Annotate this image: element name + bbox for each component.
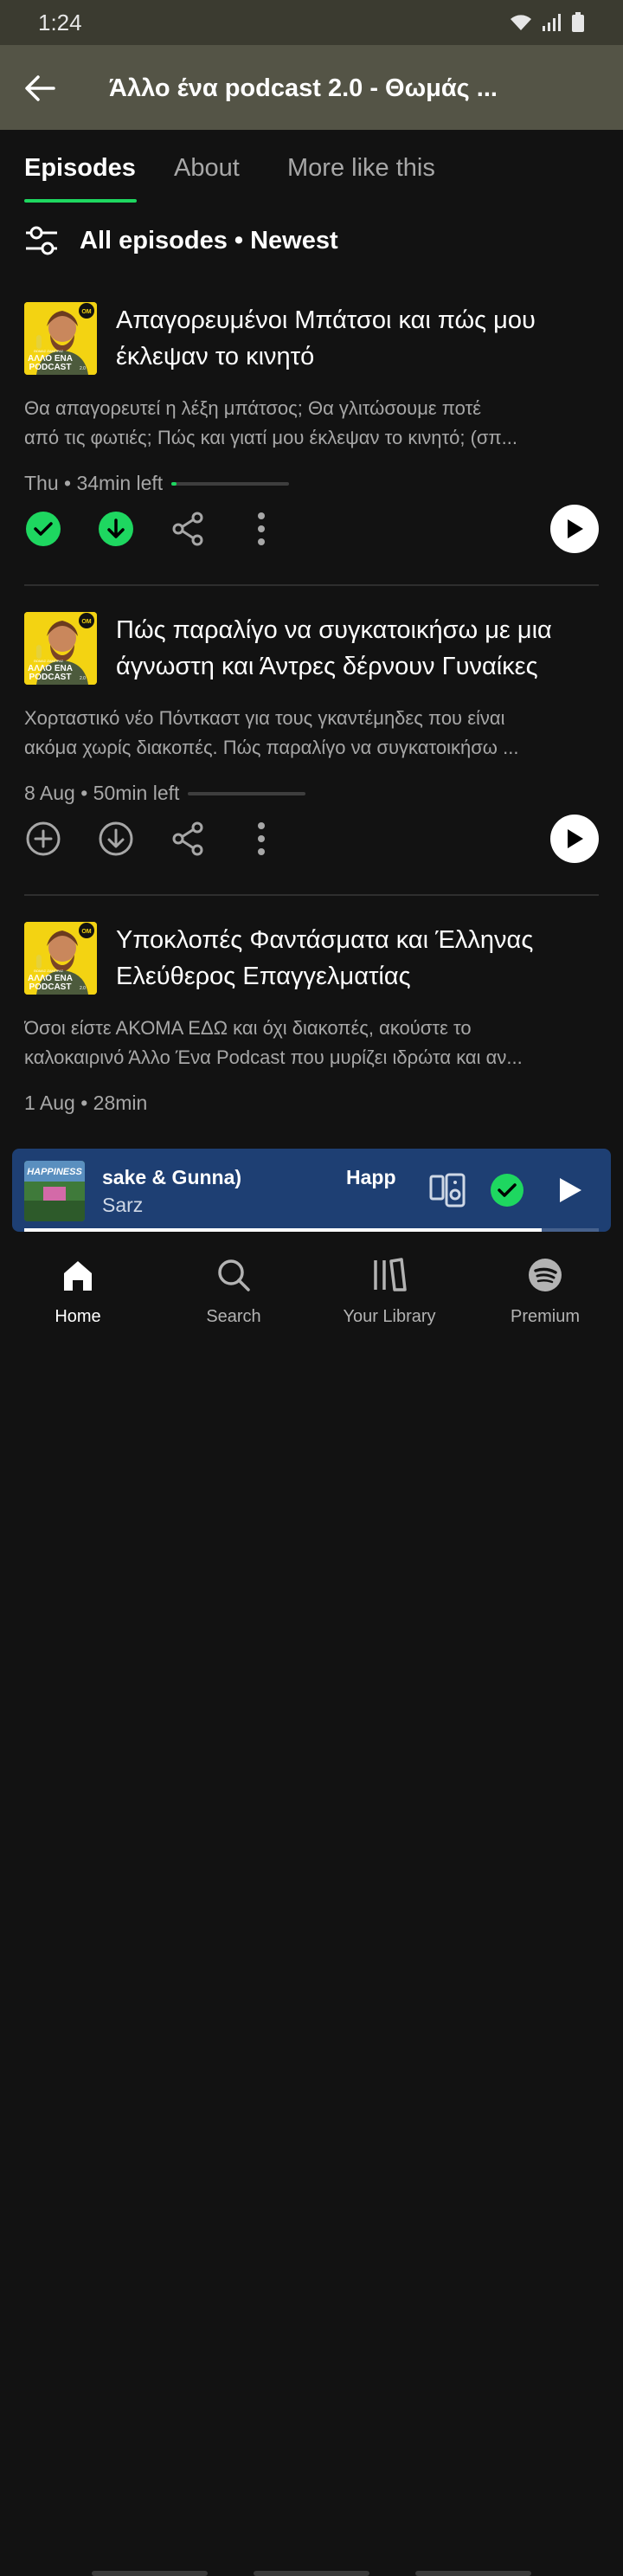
battery-icon bbox=[572, 12, 584, 32]
plus-circle-icon bbox=[26, 821, 61, 856]
episode-description: Χορταστικό νέο Πόντκαστ για τους γκαντέμ… bbox=[24, 707, 519, 758]
episode-thumbnail: OM ΘΩΜΑΣ ΖΑΜΠΡΑΣ ΑΛΛΟ ΕΝΑ PODCAST 2.0 bbox=[24, 612, 97, 685]
back-arrow-icon[interactable] bbox=[24, 73, 55, 104]
episode-actions bbox=[24, 505, 599, 567]
check-circle-icon bbox=[26, 512, 61, 546]
nav-search-label: Search bbox=[206, 1307, 261, 1326]
nav-home[interactable]: Home bbox=[13, 1255, 143, 1327]
divider bbox=[24, 584, 599, 586]
active-tab-indicator bbox=[24, 199, 137, 203]
svg-text:2.0: 2.0 bbox=[80, 986, 86, 991]
nav-library[interactable]: Your Library bbox=[324, 1255, 454, 1327]
nav-search[interactable]: Search bbox=[169, 1255, 299, 1327]
svg-text:HAPPINESS: HAPPINESS bbox=[27, 1167, 82, 1177]
episode-title: Απαγορευμένοι Μπάτσοι και πώς μου έκλεψα… bbox=[116, 306, 536, 370]
episode-description: Όσοι είστε ΑΚΟΜΑ ΕΔΩ και όχι διακοπές, α… bbox=[24, 1017, 523, 1068]
liked-check-icon[interactable] bbox=[490, 1173, 524, 1208]
now-playing-artist: Sarz bbox=[102, 1194, 144, 1216]
svg-text:PODCAST: PODCAST bbox=[29, 363, 72, 372]
spotify-icon bbox=[529, 1259, 562, 1291]
now-playing-title: sake & Gunna) bbox=[102, 1166, 242, 1188]
divider bbox=[24, 894, 599, 896]
tab-about[interactable]: About bbox=[174, 154, 240, 183]
bottom-nav: Home Search Your Library Premium bbox=[0, 1233, 623, 2576]
page-title: Άλλο ένα podcast 2.0 - Θωμάς ... bbox=[109, 74, 498, 102]
nav-premium-label: Premium bbox=[510, 1307, 580, 1326]
svg-text:PODCAST: PODCAST bbox=[29, 982, 72, 992]
share-button[interactable] bbox=[170, 510, 208, 548]
gesture-bar bbox=[415, 2571, 531, 2576]
signal-icon bbox=[543, 14, 561, 31]
play-episode-button[interactable] bbox=[550, 815, 599, 863]
play-episode-button[interactable] bbox=[550, 505, 599, 553]
download-icon bbox=[99, 821, 133, 856]
playback-progress-bar bbox=[24, 1228, 599, 1232]
svg-text:OM: OM bbox=[81, 929, 91, 935]
episode-progress-bar bbox=[188, 791, 306, 795]
podcast-header: Άλλο ένα podcast 2.0 - Θωμάς ... bbox=[0, 45, 623, 130]
episode-meta: 8 Aug • 50min left bbox=[24, 782, 306, 805]
episode-description: Θα απαγορευτεί η λέξη μπάτσος; Θα γλιτώσ… bbox=[24, 397, 518, 448]
download-button[interactable] bbox=[97, 820, 135, 858]
tab-bar: Episodes About More like this bbox=[0, 130, 623, 206]
wifi-icon bbox=[511, 15, 531, 30]
share-button[interactable] bbox=[170, 820, 208, 858]
home-icon bbox=[64, 1261, 92, 1291]
more-options-button[interactable] bbox=[242, 510, 280, 548]
play-icon bbox=[568, 829, 583, 848]
tab-more-like-this[interactable]: More like this bbox=[287, 154, 435, 183]
episode-actions bbox=[24, 815, 599, 877]
svg-text:PODCAST: PODCAST bbox=[29, 673, 72, 682]
system-icons bbox=[509, 12, 585, 33]
thumb-badge: OM bbox=[81, 309, 91, 315]
search-icon bbox=[218, 1259, 250, 1291]
now-playing-artwork: HAPPINESS bbox=[24, 1161, 85, 1221]
nav-premium[interactable]: Premium bbox=[480, 1255, 610, 1327]
episode-progress-bar bbox=[171, 481, 290, 486]
episode-meta: Thu • 34min left bbox=[24, 472, 290, 495]
more-vertical-icon bbox=[258, 512, 265, 545]
svg-text:2.0: 2.0 bbox=[80, 366, 86, 371]
now-playing-title-scroll: Happ bbox=[346, 1166, 396, 1188]
add-to-library-button[interactable] bbox=[24, 820, 62, 858]
added-check-button[interactable] bbox=[24, 510, 62, 548]
nav-library-label: Your Library bbox=[343, 1307, 436, 1326]
status-time: 1:24 bbox=[38, 9, 82, 35]
gesture-bar bbox=[92, 2571, 208, 2576]
play-icon bbox=[568, 519, 583, 538]
status-bar: 1:24 bbox=[0, 0, 623, 45]
episode-thumbnail: OM ΘΩΜΑΣ ΖΑΜΠΡΑΣ ΑΛΛΟ ΕΝΑ PODCAST 2.0 bbox=[24, 922, 97, 995]
svg-text:OM: OM bbox=[81, 619, 91, 625]
downloaded-button[interactable] bbox=[97, 510, 135, 548]
episode-meta: 1 Aug • 28min bbox=[24, 1092, 148, 1114]
connect-device-icon[interactable] bbox=[429, 1173, 466, 1208]
play-icon[interactable] bbox=[557, 1176, 583, 1204]
share-icon bbox=[172, 821, 203, 856]
tab-episodes[interactable]: Episodes bbox=[24, 154, 136, 183]
svg-text:ΘΩΜΑΣ ΖΑΜΠΡΑΣ: ΘΩΜΑΣ ΖΑΜΠΡΑΣ bbox=[34, 659, 64, 663]
svg-text:2.0: 2.0 bbox=[80, 676, 86, 681]
episode-thumbnail: OM ΘΩΜΑΣ ΖΑΜΠΡΑΣ ΑΛΛΟ ΕΝΑ PODCAST 2.0 bbox=[24, 302, 97, 375]
episode-title: Πώς παραλίγο να συγκατοικήσω με μια άγνω… bbox=[116, 616, 552, 680]
more-vertical-icon bbox=[258, 822, 265, 855]
share-icon bbox=[172, 512, 203, 546]
nav-home-label: Home bbox=[55, 1307, 101, 1326]
episode-filter[interactable]: All episodes • Newest bbox=[24, 222, 338, 260]
episode-title: Υποκλοπές Φαντάσματα και Έλληνας Ελεύθερ… bbox=[116, 926, 534, 990]
svg-text:ΘΩΜΑΣ ΖΑΜΠΡΑΣ: ΘΩΜΑΣ ΖΑΜΠΡΑΣ bbox=[34, 349, 64, 353]
mini-player[interactable]: HAPPINESS sake & Gunna) Happ Sarz bbox=[12, 1149, 611, 1232]
filter-label: All episodes • Newest bbox=[80, 226, 338, 254]
more-options-button[interactable] bbox=[242, 820, 280, 858]
filter-sliders-icon bbox=[26, 226, 57, 255]
library-icon bbox=[374, 1258, 407, 1291]
svg-text:ΘΩΜΑΣ ΖΑΜΠΡΑΣ: ΘΩΜΑΣ ΖΑΜΠΡΑΣ bbox=[34, 969, 64, 973]
download-done-icon bbox=[99, 512, 133, 546]
gesture-bar bbox=[254, 2571, 369, 2576]
